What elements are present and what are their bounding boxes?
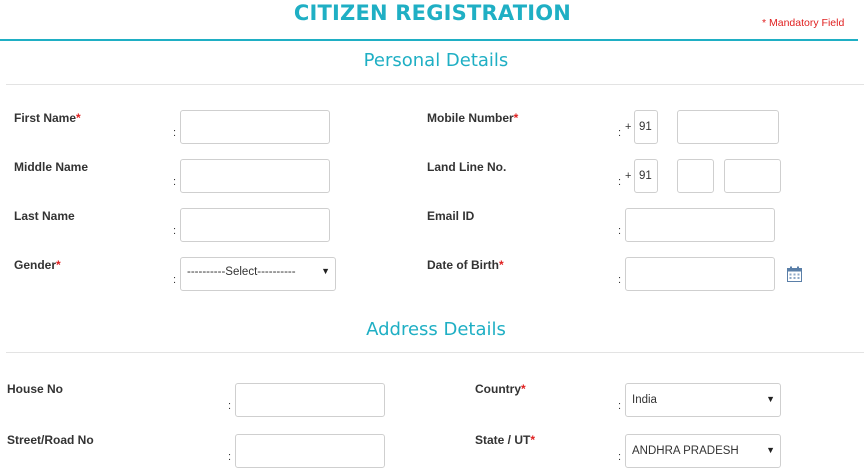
colon: :	[618, 176, 622, 188]
middle-name-input[interactable]	[180, 159, 330, 193]
section-divider-address	[6, 352, 864, 353]
section-title-personal: Personal Details	[363, 50, 509, 71]
mandatory-field-note: * Mandatory Field	[762, 17, 845, 29]
required-marker: *	[499, 258, 504, 272]
colon: :	[618, 274, 622, 286]
page-title: CITIZEN REGISTRATION	[293, 1, 572, 25]
colon: :	[618, 127, 622, 139]
calendar-icon[interactable]	[787, 266, 802, 282]
landline-country-code-input[interactable]: 91	[634, 159, 658, 193]
plus-sign: +	[625, 121, 632, 133]
landline-label: Land Line No.	[427, 160, 507, 174]
chevron-down-icon: ▼	[766, 445, 775, 455]
street-label: Street/Road No	[7, 433, 94, 447]
house-no-label: House No	[7, 382, 64, 396]
colon: :	[618, 451, 622, 463]
last-name-label: Last Name	[14, 209, 75, 223]
section-title-address: Address Details	[366, 319, 506, 340]
chevron-down-icon: ▼	[766, 394, 775, 404]
title-divider	[0, 39, 858, 41]
mobile-number-label: Mobile Number*	[427, 111, 519, 125]
required-marker: *	[521, 382, 526, 396]
required-marker: *	[56, 258, 61, 272]
mobile-number-input[interactable]	[677, 110, 779, 144]
gender-label: Gender*	[14, 258, 61, 272]
colon: :	[618, 225, 622, 237]
state-selected-value: ANDHRA PRADESH	[632, 445, 739, 457]
required-marker: *	[513, 111, 519, 125]
landline-number-input[interactable]	[724, 159, 781, 193]
email-input[interactable]	[625, 208, 775, 242]
last-name-input[interactable]	[180, 208, 330, 242]
country-select[interactable]: India ▼	[625, 383, 781, 417]
state-select[interactable]: ANDHRA PRADESH ▼	[625, 434, 781, 468]
chevron-down-icon: ▼	[321, 266, 330, 276]
section-divider-personal	[6, 84, 864, 85]
colon: :	[618, 400, 622, 412]
house-no-input[interactable]	[235, 383, 385, 417]
colon: :	[173, 274, 177, 286]
country-label: Country*	[475, 382, 526, 396]
country-selected-value: India	[632, 394, 657, 406]
mobile-country-code-input[interactable]: 91	[634, 110, 658, 144]
colon: :	[228, 451, 232, 463]
required-marker: *	[530, 433, 536, 447]
first-name-input[interactable]	[180, 110, 330, 144]
state-label: State / UT*	[475, 433, 536, 447]
email-label: Email ID	[427, 209, 475, 223]
street-input[interactable]	[235, 434, 385, 468]
landline-area-code-input[interactable]	[677, 159, 714, 193]
middle-name-label: Middle Name	[14, 160, 89, 174]
plus-sign: +	[625, 170, 632, 182]
required-marker: *	[76, 111, 81, 125]
gender-select[interactable]: ----------Select---------- ▼	[180, 257, 336, 291]
colon: :	[228, 400, 232, 412]
colon: :	[173, 176, 177, 188]
dob-input[interactable]	[625, 257, 775, 291]
first-name-label: First Name*	[14, 111, 81, 125]
gender-selected-value: ----------Select----------	[187, 266, 296, 278]
dob-label: Date of Birth*	[427, 258, 504, 272]
colon: :	[173, 225, 177, 237]
colon: :	[173, 127, 177, 139]
